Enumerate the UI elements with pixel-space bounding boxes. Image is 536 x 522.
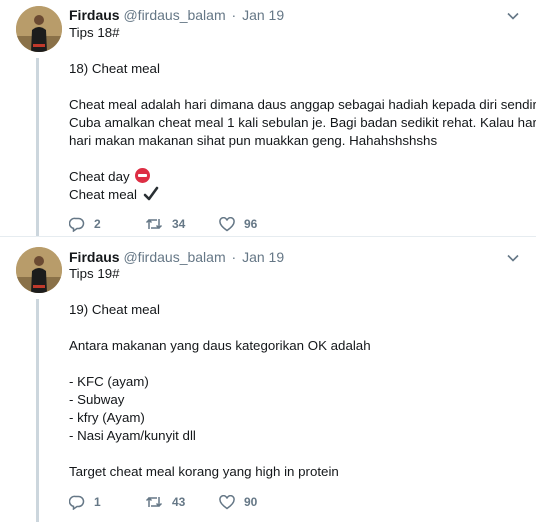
heart-icon xyxy=(219,216,235,231)
retweet-button[interactable]: 34 xyxy=(145,217,219,231)
tweet-line: Cheat day xyxy=(69,168,524,186)
heart-icon xyxy=(219,494,235,509)
like-button[interactable]: 90 xyxy=(219,494,299,510)
avatar-photo xyxy=(16,6,62,52)
reply-button[interactable]: 2 xyxy=(69,216,145,232)
reply-icon xyxy=(69,495,85,510)
tweet-line: - Subway xyxy=(69,392,125,407)
check-mark-emoji-icon xyxy=(143,186,159,201)
avatar[interactable] xyxy=(16,247,62,293)
separator-dot: · xyxy=(231,7,237,23)
tweet-line: Cuba amalkan cheat meal 1 kali sebulan j… xyxy=(69,115,536,130)
retweet-icon xyxy=(145,218,163,230)
retweet-button[interactable]: 43 xyxy=(145,495,219,509)
retweet-count: 43 xyxy=(172,495,186,509)
thread-line xyxy=(36,58,39,236)
tweet-text: Tips 18# 18) Cheat meal Cheat meal adala… xyxy=(69,24,536,204)
reply-icon xyxy=(69,217,85,232)
display-name[interactable]: Firdaus xyxy=(69,7,120,23)
tweet-line: 18) Cheat meal xyxy=(69,61,160,76)
retweet-count: 34 xyxy=(172,217,186,231)
tweet-line: Antara makanan yang daus kategorikan OK … xyxy=(69,338,371,353)
reply-button[interactable]: 1 xyxy=(69,494,145,510)
tweet-header: Firdaus @firdaus_balam · Jan 19 xyxy=(69,6,284,24)
like-button[interactable]: 96 xyxy=(219,216,299,232)
chevron-down-icon[interactable] xyxy=(506,9,520,23)
cheat-day-text: Cheat day xyxy=(69,169,130,184)
username[interactable]: @firdaus_balam xyxy=(123,249,225,265)
tweet-line: - kfry (Ayam) xyxy=(69,410,145,425)
tweet-header: Firdaus @firdaus_balam · Jan 19 xyxy=(69,248,284,266)
thread-line xyxy=(36,299,39,522)
no-entry-emoji-icon xyxy=(135,168,151,183)
cheat-meal-text: Cheat meal xyxy=(69,187,137,202)
tweet-line: hari makan makanan sihat pun muakkan gen… xyxy=(69,133,438,148)
display-name[interactable]: Firdaus xyxy=(69,249,120,265)
tweet-line: - KFC (ayam) xyxy=(69,374,149,389)
tweet-line: - Nasi Ayam/kunyit dll xyxy=(69,428,196,443)
reply-count: 2 xyxy=(94,217,101,231)
like-count: 90 xyxy=(244,495,258,509)
timestamp[interactable]: Jan 19 xyxy=(242,249,284,265)
reply-count: 1 xyxy=(94,495,101,509)
retweet-icon xyxy=(145,496,163,508)
chevron-down-icon[interactable] xyxy=(506,251,520,265)
tweet-text: Tips 19# 19) Cheat meal Antara makanan y… xyxy=(69,265,524,481)
username[interactable]: @firdaus_balam xyxy=(123,7,225,23)
avatar-photo xyxy=(16,247,62,293)
timestamp[interactable]: Jan 19 xyxy=(242,7,284,23)
tweet-line: Tips 19# xyxy=(69,266,120,281)
separator-dot: · xyxy=(231,249,237,265)
tweet-line: Cheat meal xyxy=(69,186,524,204)
tweet-line: Target cheat meal korang yang high in pr… xyxy=(69,464,339,479)
tweet-actions: 1 43 90 xyxy=(69,492,299,512)
tweet-line: Tips 18# xyxy=(69,25,120,40)
tweet-line: 19) Cheat meal xyxy=(69,302,160,317)
tweet-line: Cheat meal adalah hari dimana daus angga… xyxy=(69,97,536,112)
tweet-actions: 2 34 96 xyxy=(69,214,299,234)
avatar[interactable] xyxy=(16,6,62,52)
tweet[interactable]: Firdaus @firdaus_balam · Jan 19 Tips 19#… xyxy=(0,237,536,522)
like-count: 96 xyxy=(244,217,258,231)
tweet[interactable]: Firdaus @firdaus_balam · Jan 19 Tips 18#… xyxy=(0,0,536,237)
